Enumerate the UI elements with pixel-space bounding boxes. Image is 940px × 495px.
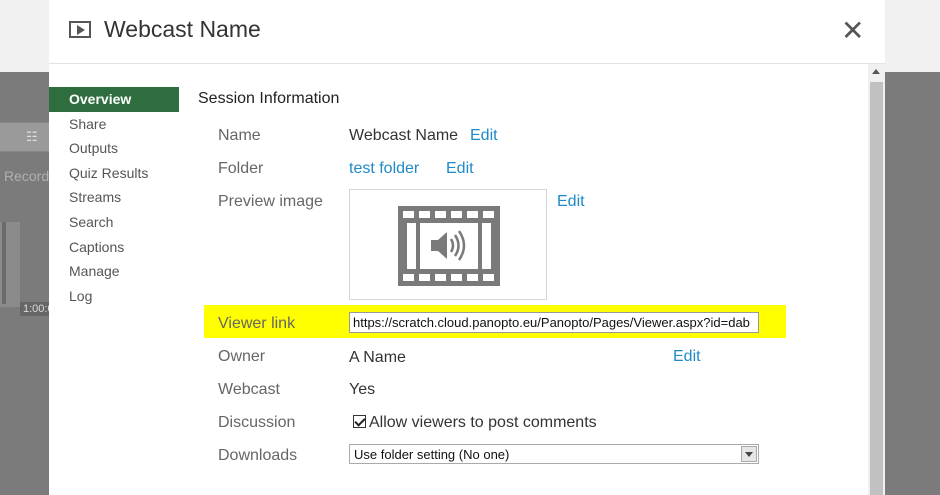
modal-scrollbar[interactable] (868, 64, 885, 495)
allow-comments-label: Allow viewers to post comments (369, 414, 597, 431)
sidebar-item-log[interactable]: Log (49, 284, 179, 309)
film-audio-icon (398, 206, 500, 286)
allow-comments-checkbox[interactable] (353, 415, 366, 428)
sidebar-item-quiz-results[interactable]: Quiz Results (49, 161, 179, 186)
close-button[interactable]: ✕ (841, 17, 864, 45)
downloads-select[interactable]: Use folder setting (No one) (349, 444, 759, 464)
folder-edit-link[interactable]: Edit (446, 160, 474, 178)
background-thumbnail (0, 222, 20, 307)
preview-image-label: Preview image (218, 193, 323, 210)
sidebar-item-overview[interactable]: Overview (49, 87, 179, 112)
chevron-down-icon[interactable] (741, 446, 757, 462)
owner-label: Owner (218, 348, 266, 365)
sidebar-item-search[interactable]: Search (49, 210, 179, 235)
discussion-label: Discussion (218, 414, 296, 431)
sidebar-item-outputs[interactable]: Outputs (49, 136, 179, 161)
downloads-selected-value: Use folder setting (No one) (354, 447, 510, 462)
folder-link[interactable]: test folder (349, 160, 419, 178)
viewer-link-field[interactable]: https://scratch.cloud.panopto.eu/Panopto… (349, 312, 759, 333)
sidebar-item-streams[interactable]: Streams (49, 185, 179, 210)
preview-image (349, 189, 547, 300)
folder-label: Folder (218, 160, 264, 177)
section-title: Session Information (198, 90, 340, 107)
scroll-up-arrow-icon[interactable] (872, 69, 880, 74)
owner-value: A Name (349, 349, 406, 366)
webcast-label: Webcast (218, 381, 280, 398)
modal-header: Webcast Name ✕ (49, 0, 885, 64)
modal-title: Webcast Name (104, 16, 261, 42)
sidebar-item-manage[interactable]: Manage (49, 259, 179, 284)
preview-edit-link[interactable]: Edit (557, 193, 585, 211)
sidebar-item-captions[interactable]: Captions (49, 235, 179, 260)
session-settings-modal: Webcast Name ✕ Overview Share Outputs Qu… (49, 0, 885, 495)
settings-sidebar: Overview Share Outputs Quiz Results Stre… (49, 87, 179, 308)
webcast-value: Yes (349, 381, 376, 398)
grid-view-icon: ☷ (26, 129, 38, 144)
video-play-icon (69, 21, 91, 38)
sidebar-item-share[interactable]: Share (49, 112, 179, 137)
downloads-label: Downloads (218, 447, 298, 464)
name-edit-link[interactable]: Edit (470, 127, 498, 145)
name-value: Webcast Name (349, 127, 459, 144)
viewer-link-label: Viewer link (218, 315, 296, 332)
name-label: Name (218, 127, 261, 144)
owner-edit-link[interactable]: Edit (673, 348, 701, 366)
scrollbar-thumb[interactable] (870, 82, 883, 495)
